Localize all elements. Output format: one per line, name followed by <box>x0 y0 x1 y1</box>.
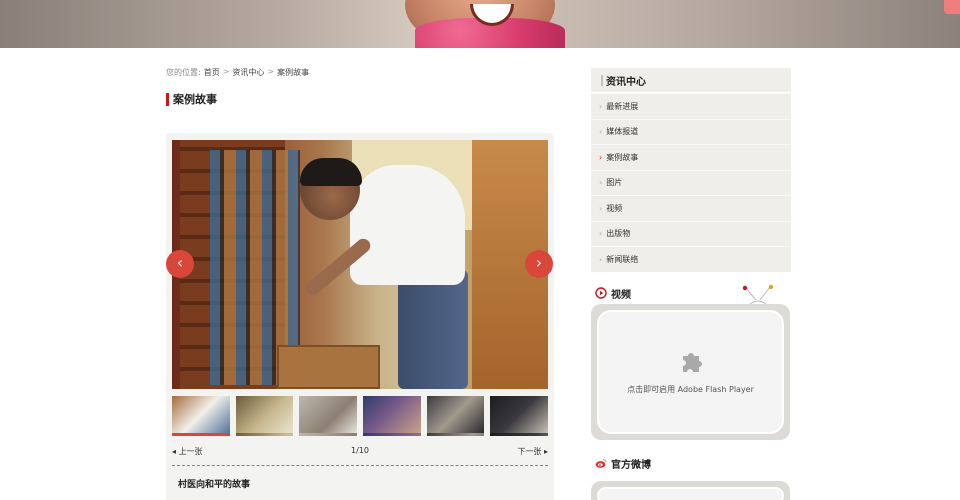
page-title: 案例故事 <box>166 93 217 106</box>
photo-counter: 1/10 <box>351 446 369 455</box>
sidebar-item-label: 新闻联络 <box>606 254 639 264</box>
banner-corner-tab[interactable] <box>944 0 960 14</box>
sidebar-item-label: 最新进展 <box>606 101 639 111</box>
breadcrumb-separator: > <box>267 67 275 76</box>
video-player-frame: 点击即可启用 Adobe Flash Player <box>591 304 790 440</box>
breadcrumb-separator: > <box>222 67 230 76</box>
chevron-right-icon: › <box>599 203 603 213</box>
top-banner-image <box>0 0 960 48</box>
sidebar-item-label: 出版物 <box>606 229 631 239</box>
thumbnail[interactable] <box>235 396 294 436</box>
plugin-puzzle-icon <box>683 353 702 372</box>
thumbnail-strip <box>172 396 549 438</box>
weibo-title-text: 官方微博 <box>611 459 651 471</box>
next-photo-label: 下一张 <box>517 447 542 456</box>
gallery-prev-arrow[interactable]: ‹ <box>166 250 194 278</box>
breadcrumb-prefix: 您的位置: <box>166 68 201 77</box>
thumbnail[interactable] <box>426 396 485 436</box>
caret-right-icon: ▸ <box>543 447 548 456</box>
sidebar-title: 资讯中心 <box>591 68 791 93</box>
chevron-right-icon: › <box>599 101 603 111</box>
breadcrumb: 您的位置: 首页 > 资讯中心 > 案例故事 <box>166 67 309 78</box>
sidebar-item-videos[interactable]: › 视频 <box>591 195 791 221</box>
breadcrumb-news-center-link[interactable]: 资讯中心 <box>232 67 264 78</box>
video-title-text: 视频 <box>611 289 631 301</box>
main-photo <box>172 140 548 389</box>
flash-player-prompt: 点击即可启用 Adobe Flash Player <box>627 385 754 394</box>
thumbnail[interactable] <box>299 396 358 436</box>
sidebar-item-pictures[interactable]: › 图片 <box>591 169 791 195</box>
chevron-right-icon: › <box>599 229 603 239</box>
story-title: 村医向和平的故事 <box>178 480 251 490</box>
next-photo-link[interactable]: 下一张 ▸ <box>517 446 548 457</box>
breadcrumb-current[interactable]: 案例故事 <box>277 67 309 78</box>
video-section-title: 视频 <box>595 286 631 301</box>
weibo-widget-frame <box>591 481 790 500</box>
chevron-right-icon: › <box>599 127 603 137</box>
sidebar-item-label: 案例故事 <box>606 152 639 162</box>
weibo-icon <box>595 458 607 468</box>
sidebar-title-text: 资讯中心 <box>606 76 646 88</box>
photo-person-pants <box>398 270 468 389</box>
chevron-right-icon: › <box>599 254 603 264</box>
sidebar-item-media[interactable]: › 媒体报道 <box>591 118 791 144</box>
photo-person-hair <box>300 158 362 186</box>
weibo-section-title: 官方微博 <box>595 456 651 471</box>
sidebar-item-label: 媒体报道 <box>606 127 639 137</box>
title-bar-marker <box>601 74 603 86</box>
chevron-right-icon: › <box>599 152 603 162</box>
chevron-right-icon: › <box>599 178 603 188</box>
sidebar-item-latest[interactable]: › 最新进展 <box>591 93 791 119</box>
tv-antenna-icon <box>742 284 774 306</box>
thumbnail[interactable] <box>363 396 421 436</box>
play-circle-icon <box>595 287 607 299</box>
flash-player-placeholder[interactable]: 点击即可启用 Adobe Flash Player <box>597 310 784 434</box>
divider <box>172 465 548 466</box>
sidebar-item-label: 视频 <box>606 203 623 213</box>
breadcrumb-home-link[interactable]: 首页 <box>204 67 220 78</box>
thumbnail[interactable] <box>490 396 549 436</box>
weibo-widget-content <box>597 487 784 500</box>
gallery-pager: ◂ 上一张 1/10 下一张 ▸ <box>172 446 548 458</box>
thumbnail[interactable] <box>172 396 230 436</box>
sidebar-menu: 资讯中心 › 最新进展 › 媒体报道 › 案例故事 › 图片 › 视频 › 出版… <box>591 68 791 272</box>
sidebar-item-press-contact[interactable]: › 新闻联络 <box>591 246 791 272</box>
photo-drawer-box <box>277 345 380 389</box>
sidebar-item-stories[interactable]: › 案例故事 <box>591 144 791 170</box>
sidebar-item-label: 图片 <box>606 178 623 188</box>
photo-person-shirt <box>350 165 465 285</box>
gallery-next-arrow[interactable]: › <box>525 250 553 278</box>
sidebar-item-publications[interactable]: › 出版物 <box>591 220 791 246</box>
